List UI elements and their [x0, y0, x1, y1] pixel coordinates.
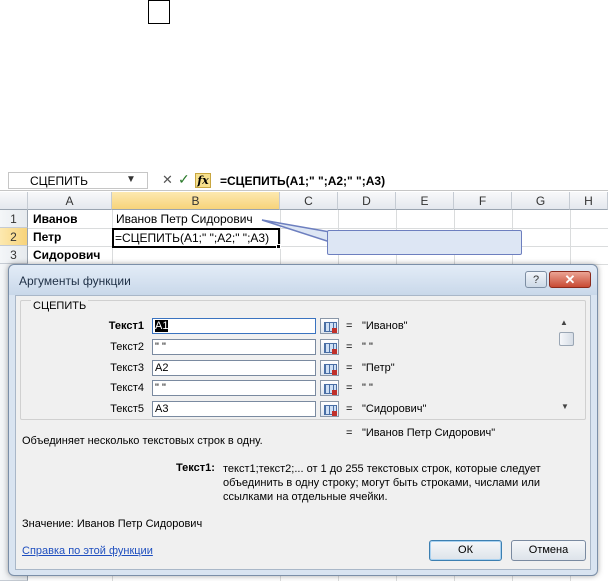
help-link[interactable]: Справка по этой функции [22, 545, 153, 557]
row-header-2[interactable]: 2 [0, 228, 28, 246]
name-box-value: СЦЕПИТЬ [30, 174, 89, 188]
column-header-f[interactable]: F [454, 192, 512, 210]
close-icon[interactable]: ✕ [549, 271, 591, 288]
arg-input-3[interactable]: A2 [152, 360, 316, 376]
name-box-dropdown-icon[interactable]: ▼ [126, 174, 136, 185]
select-all-corner[interactable] [0, 192, 28, 210]
formula-value: Значение: Иванов Петр Сидорович [22, 518, 203, 530]
arg-input-5[interactable]: A3 [152, 401, 316, 417]
arg-value-1: A1 [155, 320, 169, 332]
row-header-1[interactable]: 1 [0, 210, 28, 228]
arg-label-5: Текст5 [110, 403, 144, 415]
help-icon[interactable]: ? [525, 271, 547, 288]
dialog-title: Аргументы функции [19, 274, 131, 288]
arg-label-2: Текст2 [110, 341, 144, 353]
ok-button[interactable]: ОК [429, 540, 502, 561]
function-description: Объединяет несколько текстовых строк в о… [22, 435, 263, 447]
cell-a2[interactable]: Петр [33, 228, 61, 246]
collapse-dialog-button[interactable] [320, 360, 339, 376]
cell-b2-formula: =СЦЕПИТЬ(A1;" ";A2;" ";A3) [115, 231, 270, 245]
arg-label-1: Текст1 [108, 320, 144, 332]
collapse-dialog-button[interactable] [320, 339, 339, 355]
arg-result-3: "Петр" [362, 362, 395, 374]
collapse-dialog-button[interactable] [320, 318, 339, 334]
cell-b1[interactable]: Иванов Петр Сидорович [116, 210, 253, 228]
scrollbar-thumb[interactable] [559, 332, 574, 346]
cancel-button[interactable]: Отмена [511, 540, 586, 561]
formula-input[interactable]: =СЦЕПИТЬ(A1;" ";A2;" ";A3) [220, 174, 385, 188]
argument-description: текст1;текст2;... от 1 до 255 текстовых … [223, 463, 541, 503]
arg-input-2[interactable]: " " [152, 339, 316, 355]
arg-label-3: Текст3 [110, 362, 144, 374]
cell-a3[interactable]: Сидорович [33, 246, 100, 264]
column-header-b[interactable]: B [112, 192, 280, 210]
arg-input-4[interactable]: " " [152, 380, 316, 396]
cancel-formula-icon[interactable]: ✕ [162, 172, 173, 188]
total-equals-sign: = [346, 427, 353, 439]
arg-result-1: "Иванов" [362, 320, 408, 332]
scroll-down-icon[interactable]: ▼ [561, 402, 569, 411]
arg-label-4: Текст4 [110, 382, 144, 394]
argument-description-label: Текст1: [176, 462, 215, 474]
column-header-e[interactable]: E [396, 192, 454, 210]
row-header-3[interactable]: 3 [0, 246, 28, 264]
insert-function-icon[interactable]: fx [195, 173, 211, 188]
function-name: СЦЕПИТЬ [31, 300, 89, 312]
arg-result-5: "Сидорович" [362, 403, 427, 415]
equals-sign: = [346, 341, 353, 353]
arg-result-4: " " [362, 382, 373, 394]
enter-formula-icon[interactable]: ✓ [178, 171, 190, 188]
total-result: "Иванов Петр Сидорович" [362, 427, 496, 439]
equals-sign: = [346, 382, 353, 394]
arg-input-1[interactable]: A1 [152, 318, 316, 334]
column-header-d[interactable]: D [338, 192, 396, 210]
equals-sign: = [346, 320, 353, 332]
equals-sign: = [346, 403, 353, 415]
empty-checkbox-frame [148, 0, 170, 24]
column-header-g[interactable]: G [512, 192, 570, 210]
arg-result-2: " " [362, 341, 373, 353]
collapse-dialog-button[interactable] [320, 380, 339, 396]
callout-box [327, 230, 522, 255]
cell-a1[interactable]: Иванов [33, 210, 77, 228]
column-header-a[interactable]: A [28, 192, 112, 210]
column-header-h[interactable]: H [570, 192, 608, 210]
scroll-up-icon[interactable]: ▲ [560, 318, 568, 327]
column-header-c[interactable]: C [280, 192, 338, 210]
collapse-dialog-button[interactable] [320, 401, 339, 417]
equals-sign: = [346, 362, 353, 374]
